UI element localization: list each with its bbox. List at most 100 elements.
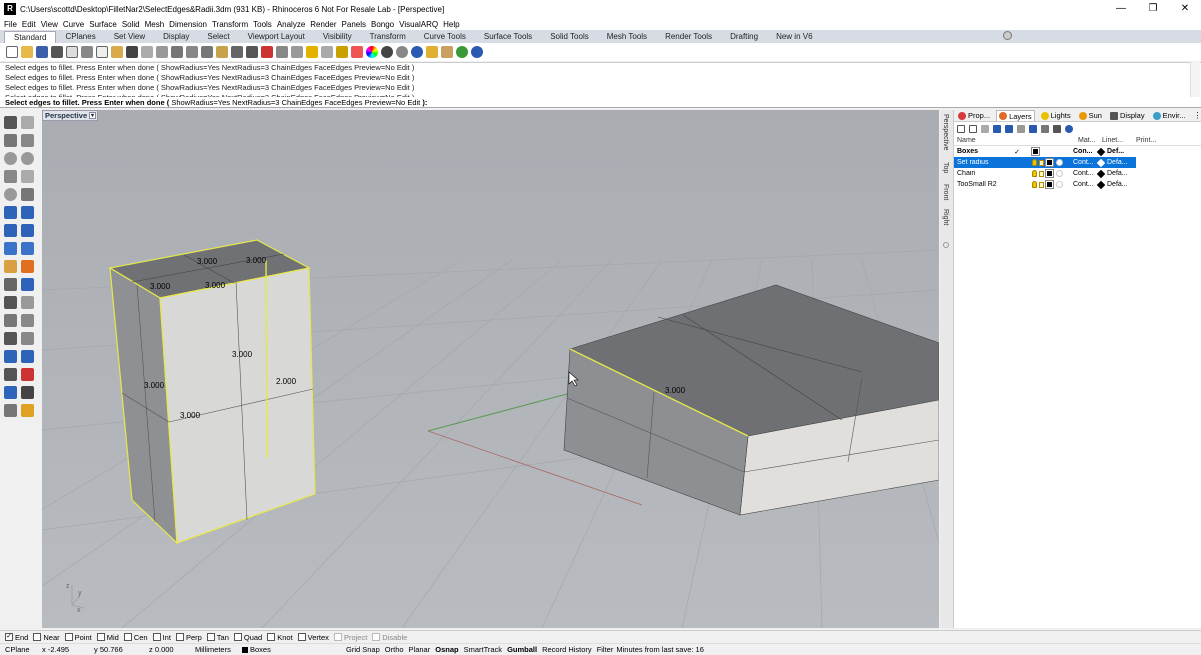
export-icon[interactable] bbox=[66, 46, 78, 58]
status-filter[interactable]: Filter bbox=[597, 645, 614, 654]
analyze-icon[interactable] bbox=[4, 386, 17, 399]
undo-view-icon[interactable] bbox=[231, 46, 243, 58]
tab-surface-tools[interactable]: Surface Tools bbox=[475, 31, 541, 43]
layer-row[interactable]: Boxes ✓ Con... Def... bbox=[954, 146, 1201, 157]
copy-icon[interactable] bbox=[96, 46, 108, 58]
zoom-selected-icon[interactable] bbox=[216, 46, 228, 58]
render-tool-icon[interactable] bbox=[4, 404, 17, 417]
menu-solid[interactable]: Solid bbox=[122, 20, 140, 29]
osnap-checkbox[interactable]: ✓ bbox=[5, 633, 13, 641]
viewport-title-tab[interactable]: Perspective ▾ bbox=[42, 110, 98, 121]
osnap-checkbox[interactable] bbox=[152, 633, 161, 641]
copy-tool-icon[interactable] bbox=[21, 350, 34, 363]
options-icon[interactable] bbox=[441, 46, 453, 58]
side-tab-top[interactable]: Top bbox=[942, 162, 949, 173]
group-icon[interactable] bbox=[21, 296, 34, 309]
side-tab-right[interactable]: Right bbox=[942, 209, 949, 225]
option-edit[interactable]: Edit bbox=[407, 98, 420, 107]
layer-color-swatch[interactable] bbox=[1045, 180, 1054, 189]
osnap-checkbox[interactable] bbox=[372, 633, 381, 641]
text-icon[interactable] bbox=[4, 332, 17, 345]
panel-tab-environment[interactable]: Envir... bbox=[1151, 110, 1188, 121]
restore-button[interactable]: ❐ bbox=[1137, 0, 1169, 18]
status-layer[interactable]: Boxes bbox=[242, 645, 346, 654]
print-color-icon[interactable] bbox=[1096, 147, 1106, 156]
menu-visualarq[interactable]: VisualARQ bbox=[399, 20, 438, 29]
layer-lock-icon[interactable] bbox=[1039, 170, 1044, 177]
layer-color-swatch[interactable] bbox=[1031, 147, 1040, 156]
tab-standard[interactable]: Standard bbox=[4, 31, 57, 43]
print-color-icon[interactable] bbox=[1096, 180, 1106, 189]
new-layer-icon[interactable] bbox=[957, 124, 965, 133]
cylinder-icon[interactable] bbox=[4, 242, 17, 255]
point-icon[interactable] bbox=[21, 116, 34, 129]
menu-tools[interactable]: Tools bbox=[253, 20, 272, 29]
option-face-edges[interactable]: FaceEdges bbox=[325, 98, 363, 107]
status-ortho[interactable]: Ortho bbox=[385, 645, 404, 654]
status-osnap[interactable]: Osnap bbox=[435, 645, 458, 654]
delete-layer-icon[interactable] bbox=[981, 124, 989, 133]
option-next-radius[interactable]: NextRadius=3 bbox=[232, 98, 279, 107]
rendered-view-icon[interactable] bbox=[411, 46, 423, 58]
filter-icon[interactable] bbox=[1029, 124, 1037, 133]
select-icon[interactable] bbox=[291, 46, 303, 58]
dimension-icon[interactable] bbox=[21, 332, 34, 345]
join-icon[interactable] bbox=[4, 296, 17, 309]
menu-dimension[interactable]: Dimension bbox=[169, 20, 207, 29]
print-color-icon[interactable] bbox=[1096, 158, 1106, 167]
layer-lock-icon[interactable] bbox=[1039, 181, 1044, 188]
menu-help[interactable]: Help bbox=[443, 20, 459, 29]
osnap-cen[interactable]: Cen bbox=[123, 633, 148, 642]
option-show-radius[interactable]: ShowRadius=Yes bbox=[171, 98, 230, 107]
minimize-button[interactable]: — bbox=[1105, 0, 1137, 18]
tab-visibility[interactable]: Visibility bbox=[314, 31, 361, 43]
layer-visible-bulb-icon[interactable] bbox=[1032, 170, 1037, 177]
select-arrow-icon[interactable] bbox=[4, 116, 17, 129]
column-print[interactable]: Print... bbox=[1136, 137, 1170, 144]
command-history[interactable]: Select edges to fillet. Press Enter when… bbox=[0, 62, 1201, 102]
move-layer-down-icon[interactable] bbox=[1005, 124, 1013, 133]
extend-icon[interactable] bbox=[21, 314, 34, 327]
move-tool-icon[interactable] bbox=[4, 350, 17, 363]
option-chain-edges[interactable]: ChainEdges bbox=[282, 98, 323, 107]
menu-transform[interactable]: Transform bbox=[212, 20, 248, 29]
boolean-icon[interactable] bbox=[4, 260, 17, 273]
zoom-window-icon[interactable] bbox=[186, 46, 198, 58]
status-units[interactable]: Millimeters bbox=[195, 645, 242, 654]
tab-transform[interactable]: Transform bbox=[361, 31, 415, 43]
loft-icon[interactable] bbox=[21, 206, 34, 219]
tab-drafting[interactable]: Drafting bbox=[721, 31, 767, 43]
option-preview[interactable]: Preview=No bbox=[365, 98, 406, 107]
tools-icon[interactable] bbox=[1053, 124, 1061, 133]
help-icon[interactable] bbox=[471, 46, 483, 58]
osnap-perp[interactable]: Perp bbox=[175, 633, 202, 642]
menu-view[interactable]: View bbox=[41, 20, 58, 29]
tab-cplanes[interactable]: CPlanes bbox=[56, 31, 104, 43]
osnap-knot[interactable]: Knot bbox=[267, 633, 293, 642]
osnap-near[interactable]: Near bbox=[33, 633, 60, 642]
toolbar-options-gear-icon[interactable] bbox=[1003, 31, 1012, 40]
layer-color-swatch[interactable] bbox=[1045, 158, 1054, 167]
trim-icon[interactable] bbox=[4, 278, 17, 291]
zoom-extents-icon[interactable] bbox=[201, 46, 213, 58]
named-views-icon[interactable] bbox=[426, 46, 438, 58]
layer-row-selected[interactable]: Set radius Cont... Defa... bbox=[954, 157, 1136, 168]
layer-material-icon[interactable] bbox=[1056, 170, 1063, 177]
osnap-checkbox[interactable] bbox=[96, 633, 105, 641]
layer-color-swatch[interactable] bbox=[1045, 169, 1054, 178]
new-file-icon[interactable] bbox=[6, 46, 18, 58]
layer-material-icon[interactable] bbox=[1056, 159, 1063, 166]
offset-icon[interactable] bbox=[4, 314, 17, 327]
drafting-icon[interactable] bbox=[21, 404, 34, 417]
mesh-icon[interactable] bbox=[21, 242, 34, 255]
layer-material-icon[interactable] bbox=[1056, 181, 1063, 188]
undo-icon[interactable] bbox=[126, 46, 138, 58]
fillet-curve-icon[interactable] bbox=[21, 188, 34, 201]
panel-tab-lights[interactable]: Lights bbox=[1039, 110, 1073, 121]
ellipse-icon[interactable] bbox=[21, 152, 34, 165]
split-icon[interactable] bbox=[21, 278, 34, 291]
osnap-project[interactable]: Project bbox=[333, 633, 367, 642]
rotate-view-icon[interactable] bbox=[156, 46, 168, 58]
osnap-vertex[interactable]: Vertex bbox=[297, 633, 329, 642]
tab-set-view[interactable]: Set View bbox=[105, 31, 154, 43]
